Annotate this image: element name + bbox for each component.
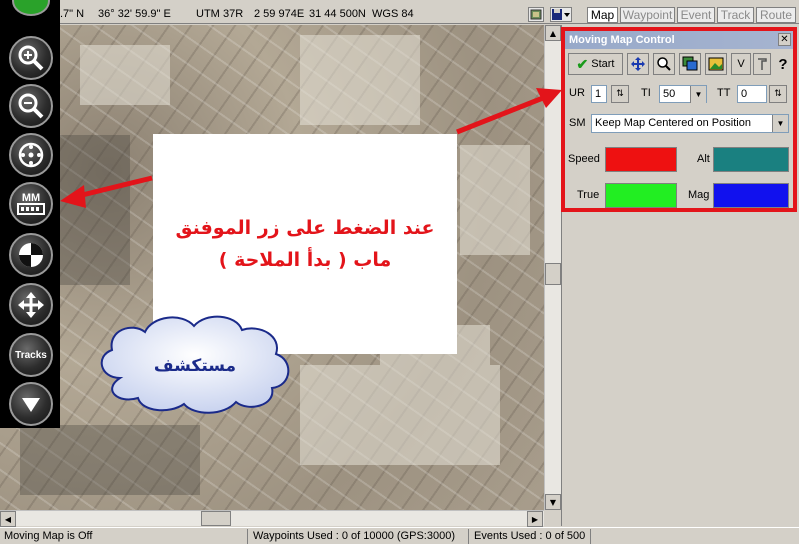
scroll-down-arrow-icon[interactable]: ▼ [545, 494, 561, 510]
annotation-line-1: عند الضغط على زر الموفنق [175, 217, 435, 239]
tool-icon[interactable] [753, 53, 771, 75]
tab-map[interactable]: Map [587, 7, 618, 23]
utm-label: UTM [196, 8, 220, 20]
tt-label: TT [717, 87, 731, 99]
svg-text:MM: MM [22, 192, 40, 204]
start-label: Start [591, 58, 615, 70]
zoom-magnifier-icon[interactable] [653, 53, 675, 75]
scroll-up-icon[interactable] [12, 0, 50, 16]
sm-label: SM [569, 117, 586, 129]
start-button[interactable]: ✔ Start [568, 53, 623, 75]
zoom-in-icon[interactable] [9, 36, 53, 80]
ur-label: UR [569, 87, 585, 99]
move-arrows-icon[interactable] [9, 283, 53, 327]
easting-readout: 2 59 974E [254, 8, 305, 20]
scroll-right-arrow-icon[interactable]: ▶ [527, 511, 543, 527]
cloud-label: مستكشف [153, 356, 237, 376]
status-divider [590, 529, 591, 544]
map-image-icon[interactable] [705, 53, 727, 75]
alt-label: Alt [697, 153, 710, 165]
longitude-readout: 36° 32' 59.9" E [98, 8, 171, 20]
utm-zone: 37R [223, 8, 244, 20]
datum-readout: WGS 84 [372, 8, 414, 20]
map-texture [300, 35, 420, 125]
scroll-up-arrow-icon[interactable]: ▲ [545, 25, 561, 41]
events-status: Events Used : 0 of 500 [474, 530, 586, 542]
app-window: .7" N 36° 32' 59.9" E UTM 37R 2 59 974E … [0, 0, 799, 544]
ur-spinner-icon[interactable]: ⇅ [611, 85, 629, 103]
panel-title: Moving Map Control [565, 31, 793, 49]
true-color-swatch[interactable] [605, 183, 677, 208]
horizontal-scrollbar[interactable]: ◀ ▶ [0, 510, 544, 527]
status-divider [247, 529, 248, 544]
compass-quadrant-icon[interactable] [9, 233, 53, 277]
left-toolbar: MM Tracks [0, 0, 60, 428]
tab-waypoint[interactable]: Waypoint [620, 7, 675, 23]
ti-select[interactable]: 50 ▼ [659, 85, 707, 103]
tracks-icon[interactable]: Tracks [9, 333, 53, 377]
annotation-line-2: ماب ( بدأ الملاحة ) [218, 249, 392, 271]
tracks-label: Tracks [15, 349, 47, 361]
ti-label: TI [641, 87, 651, 99]
crosshair-icon[interactable] [9, 133, 53, 177]
map-options-icon[interactable] [528, 7, 544, 22]
true-label: True [577, 189, 600, 201]
explorer-cloud-callout: مستكشف [90, 308, 300, 418]
help-icon[interactable]: ? [773, 53, 793, 75]
map-texture [460, 145, 530, 255]
map-layers-icon[interactable] [679, 53, 701, 75]
mm-icon[interactable]: MM [9, 182, 53, 226]
alt-color-swatch[interactable] [713, 147, 789, 172]
waypoints-status: Waypoints Used : 0 of 10000 (GPS:3000) [253, 530, 455, 542]
annotation-text: عند الضغط على زر الموفنق ماب ( بدأ الملا… [153, 212, 457, 276]
check-icon: ✔ [576, 55, 589, 72]
ur-field[interactable]: 1 [591, 85, 607, 103]
sm-value: Keep Map Centered on Position [595, 117, 751, 129]
pan-icon[interactable] [627, 53, 649, 75]
save-dropdown-icon[interactable] [550, 7, 572, 22]
tab-route[interactable]: Route [756, 7, 796, 23]
status-bar: Moving Map is Off Waypoints Used : 0 of … [0, 527, 799, 544]
speed-label: Speed [568, 153, 600, 165]
northing-readout: 31 44 500N [309, 8, 366, 20]
status-divider [468, 529, 469, 544]
latitude-readout: .7" N [60, 8, 85, 20]
vertical-scroll-thumb[interactable] [545, 263, 561, 285]
v-button[interactable]: V [731, 53, 751, 75]
panel-title-text: Moving Map Control [569, 34, 675, 46]
down-arrow-icon[interactable] [9, 382, 53, 426]
tt-field[interactable]: 0 [737, 85, 767, 103]
tab-track[interactable]: Track [717, 7, 754, 23]
tab-event[interactable]: Event [677, 7, 715, 23]
moving-map-control-panel: Moving Map Control ✕ ✔ Start V ? UR 1 ⇅ … [561, 27, 797, 212]
map-texture [80, 45, 170, 105]
mag-label: Mag [688, 189, 710, 201]
moving-map-status: Moving Map is Off [4, 530, 93, 542]
v-label: V [737, 58, 745, 70]
map-texture [60, 135, 130, 285]
map-texture [300, 365, 500, 465]
speed-color-swatch[interactable] [605, 147, 677, 172]
zoom-out-icon[interactable] [9, 84, 53, 128]
sm-select[interactable]: Keep Map Centered on Position ▼ [591, 114, 789, 133]
chevron-down-icon[interactable]: ▼ [772, 115, 788, 132]
map-texture [20, 425, 200, 495]
ti-value: 50 [663, 88, 676, 100]
vertical-scrollbar[interactable]: ▲ ▼ [544, 25, 561, 510]
horizontal-scroll-thumb[interactable] [201, 511, 231, 526]
scrollbar-corner [544, 510, 561, 526]
tt-spinner-icon[interactable]: ⇅ [769, 85, 787, 103]
scroll-left-arrow-icon[interactable]: ◀ [0, 511, 16, 527]
close-icon[interactable]: ✕ [778, 33, 791, 46]
mag-color-swatch[interactable] [713, 183, 789, 208]
chevron-down-icon[interactable]: ▼ [690, 86, 706, 103]
